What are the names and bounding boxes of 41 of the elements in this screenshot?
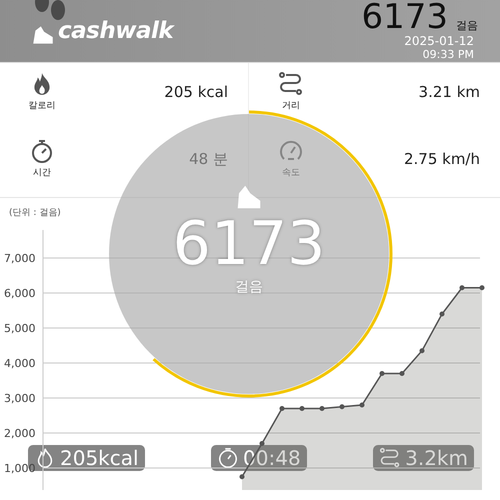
step-unit: 걸음 xyxy=(235,278,263,296)
data-point xyxy=(480,285,484,290)
step-count: 6173 xyxy=(361,0,448,34)
stat-label: 속도 xyxy=(282,167,300,179)
summary-value: 3.2km xyxy=(405,446,468,470)
axis-tick-label: 4,000 xyxy=(4,357,36,370)
data-point xyxy=(360,402,364,408)
axis-tick-label: 6,000 xyxy=(4,287,36,300)
stat-label: 시간 xyxy=(33,167,51,179)
axis-tick-label: 5,000 xyxy=(4,322,36,335)
data-point xyxy=(300,406,304,411)
step-count: 6173 xyxy=(172,212,326,276)
stat-label: 칼로리 xyxy=(28,100,56,112)
logo-text: cashwalk xyxy=(58,18,174,44)
data-point xyxy=(440,312,444,316)
stopwatch-icon xyxy=(29,138,55,164)
date-text: 2025-01-12 xyxy=(404,35,474,48)
stat-value: 2.75 km/h xyxy=(404,150,480,168)
data-point xyxy=(320,406,324,411)
stat-value: 48 분 xyxy=(189,150,228,169)
data-point xyxy=(280,406,284,411)
stat-label: 거리 xyxy=(282,100,300,112)
step-unit: 걸음 xyxy=(456,18,478,33)
axis-tick-label: 7,000 xyxy=(4,252,36,265)
axis-tick-label: 2,000 xyxy=(4,427,36,440)
data-point xyxy=(380,371,384,376)
summary-value: 00:48 xyxy=(243,446,301,470)
route-icon xyxy=(379,447,402,469)
data-point xyxy=(460,285,464,290)
summary-value: 205kcal xyxy=(60,446,139,470)
axis-tick-label: 3,000 xyxy=(4,392,36,405)
data-point xyxy=(420,348,424,354)
stat-value: 205 kcal xyxy=(164,83,228,101)
stat-value: 3.21 km xyxy=(418,83,480,101)
data-point xyxy=(400,371,404,376)
data-point xyxy=(340,404,344,410)
stopwatch-icon xyxy=(217,447,240,469)
data-point xyxy=(240,474,244,480)
unit-label: (단위 : 걸음) xyxy=(8,207,62,220)
route-icon xyxy=(278,71,304,97)
time-text: 09:33 PM xyxy=(422,49,474,61)
